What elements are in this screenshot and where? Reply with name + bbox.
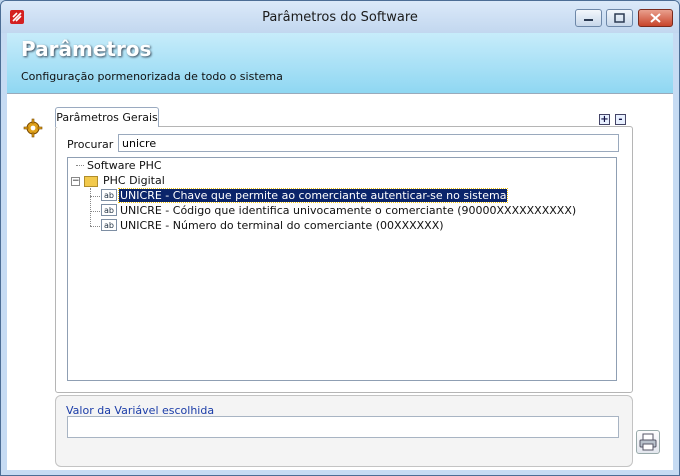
page-title: Parâmetros [21,37,152,61]
tree-line [76,165,84,166]
close-button[interactable] [638,9,673,27]
tree-item-label: UNICRE - Chave que permite ao comerciant… [117,188,509,203]
parameters-tree[interactable]: Software PHC − PHC Digital ab UNICRE - C… [67,157,617,381]
tree-item-label: UNICRE - Código que identifica univocame… [120,204,577,217]
tree-line [90,196,100,197]
text-field-icon: ab [101,189,117,201]
page-header: Parâmetros Configuração pormenorizada de… [7,33,673,93]
folder-icon [84,176,98,187]
minimize-button[interactable] [575,9,602,27]
app-window: Parâmetros do Software Parâmetros Config… [0,0,680,476]
print-button[interactable] [636,430,660,454]
tree-item-label: UNICRE - Número do terminal do comercian… [120,219,444,232]
page-subtitle: Configuração pormenorizada de todo o sis… [21,70,283,83]
tree-node-label: PHC Digital [103,174,165,187]
collapse-all-button[interactable]: - [615,114,626,125]
tree-expander-icon[interactable]: − [71,177,80,186]
search-input[interactable] [118,134,619,152]
text-field-icon: ab [101,219,117,231]
expand-all-button[interactable]: + [599,114,610,125]
tree-node-group[interactable]: PHC Digital [102,173,166,188]
tree-line [90,226,100,227]
tree-item[interactable]: UNICRE - Código que identifica univocame… [119,203,577,218]
gear-icon [23,118,43,138]
print-icon [639,433,657,451]
tree-item[interactable]: UNICRE - Número do terminal do comercian… [119,218,445,233]
value-field[interactable] [67,416,619,438]
tree-node-label: Software PHC [87,159,162,172]
text-field-icon: ab [101,204,117,216]
value-group: Valor da Variável escolhida [55,395,633,467]
maximize-button[interactable] [606,9,633,27]
tab-parametros-gerais[interactable]: Parâmetros Gerais [55,107,159,127]
tree-item[interactable]: UNICRE - Chave que permite ao comerciant… [117,188,509,203]
search-label: Procurar : [67,138,121,151]
main-content: Parâmetros Gerais + - Procurar : Softwar… [7,93,673,470]
title-bar[interactable]: Parâmetros do Software [1,1,679,33]
tree-line [90,188,91,226]
tree-line [90,211,100,212]
tree-node-root[interactable]: Software PHC [86,158,163,173]
